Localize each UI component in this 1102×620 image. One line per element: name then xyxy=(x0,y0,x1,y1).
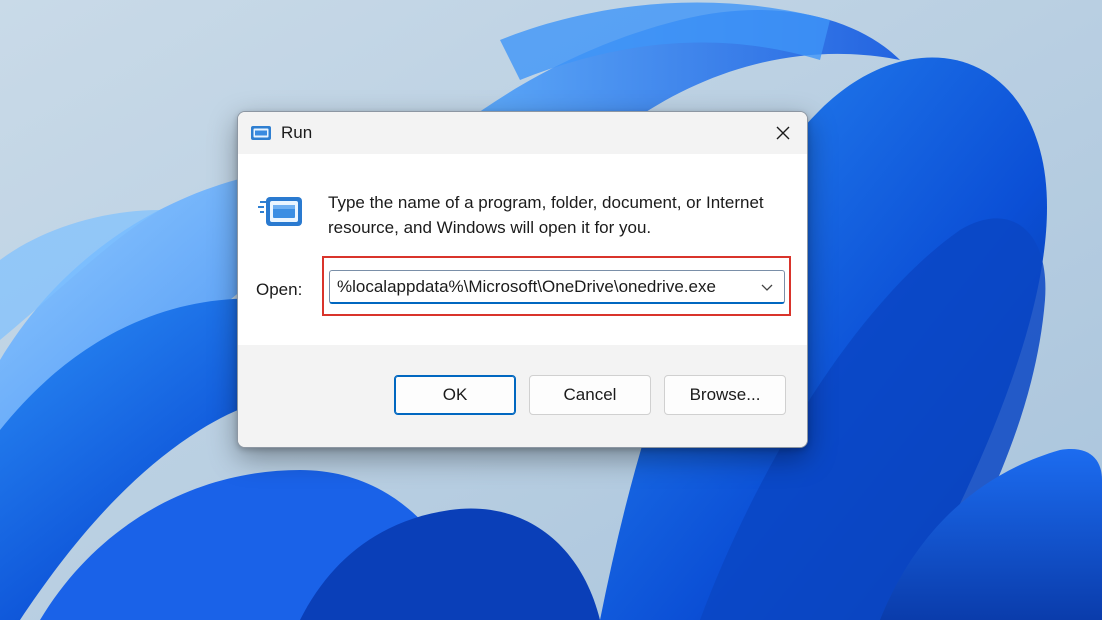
close-icon xyxy=(776,126,790,140)
open-label: Open: xyxy=(256,280,303,299)
open-combobox[interactable] xyxy=(329,270,785,304)
title-bar[interactable]: Run xyxy=(238,112,807,154)
run-icon xyxy=(251,126,271,140)
browse-button[interactable]: Browse... xyxy=(664,375,786,415)
ok-button[interactable]: OK xyxy=(394,375,516,415)
dialog-description: Type the name of a program, folder, docu… xyxy=(328,193,764,237)
chevron-down-icon xyxy=(761,284,773,291)
dialog-title: Run xyxy=(281,123,313,142)
dialog-content: Type the name of a program, folder, docu… xyxy=(238,154,807,345)
run-dialog: Run Type the name of a program, folder, … xyxy=(237,111,808,448)
button-bar: OK Cancel Browse... xyxy=(238,345,807,447)
cancel-button[interactable]: Cancel xyxy=(529,375,651,415)
dropdown-button[interactable] xyxy=(754,271,780,302)
close-button[interactable] xyxy=(759,112,807,154)
run-icon xyxy=(258,197,302,226)
command-input[interactable] xyxy=(337,271,747,302)
